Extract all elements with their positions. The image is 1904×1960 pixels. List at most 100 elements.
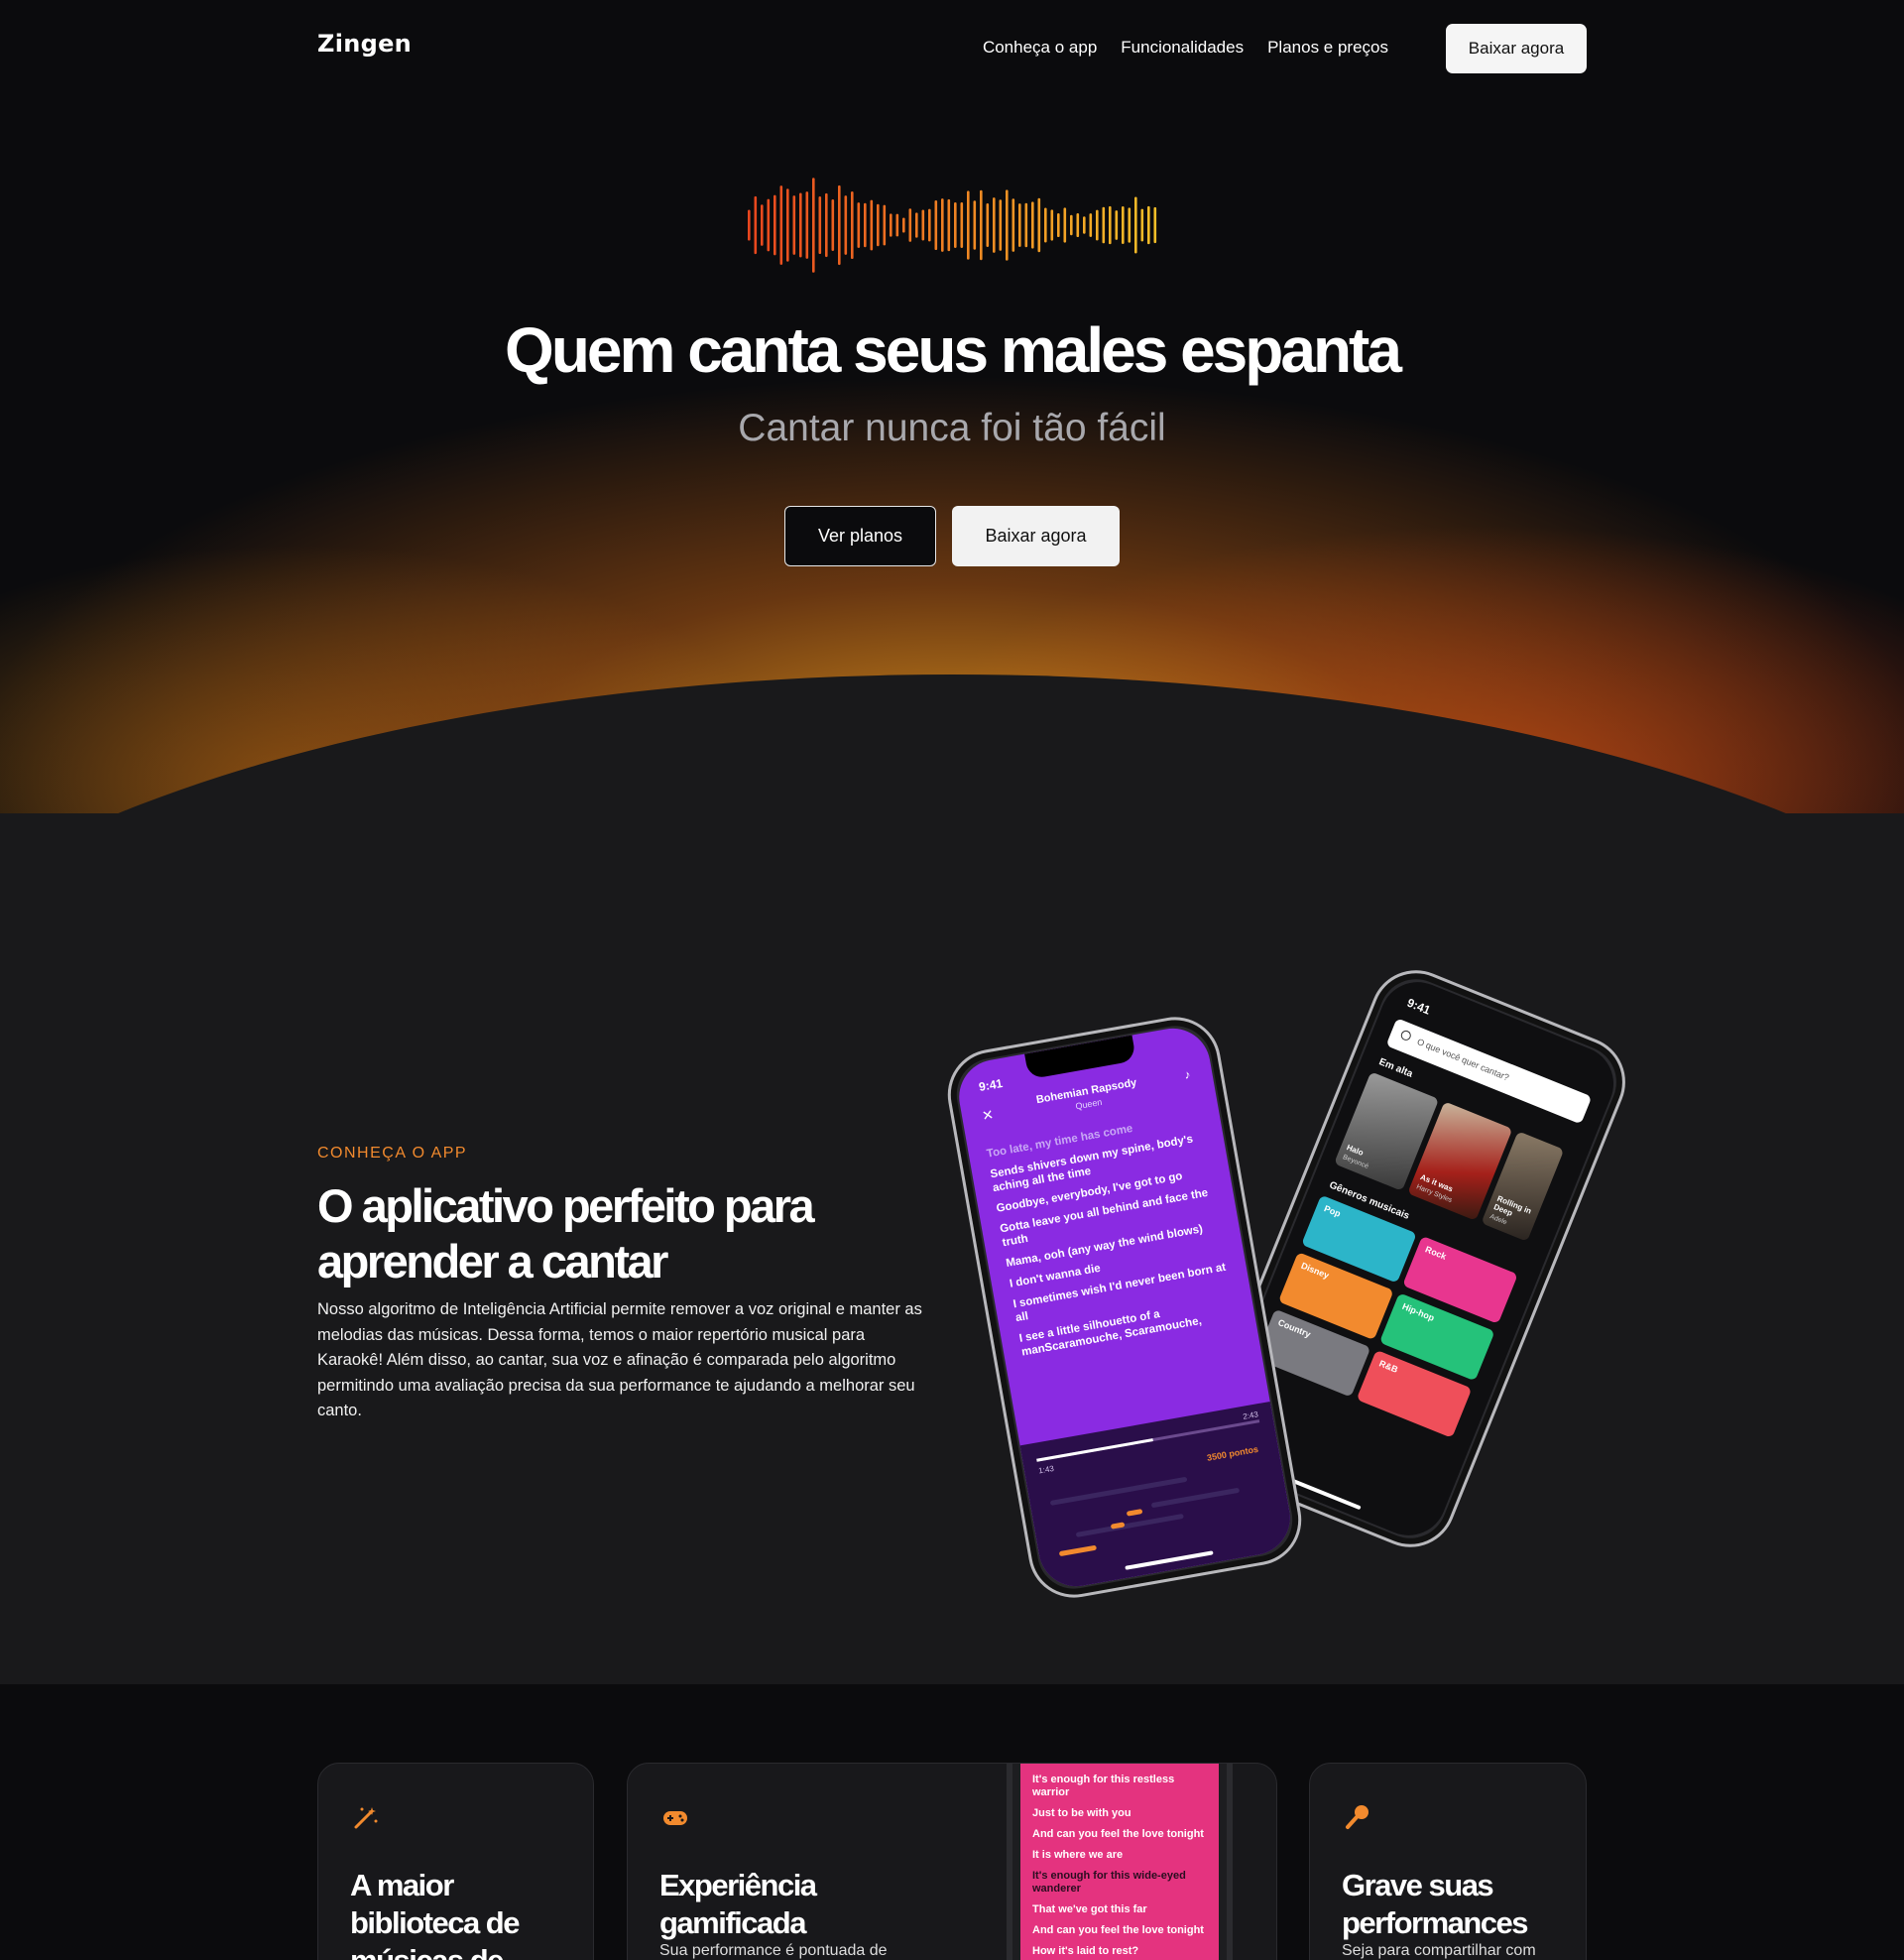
soundwave-bar [799, 192, 802, 258]
lyric-line: That we've got this far [1032, 1903, 1147, 1915]
feature-card-gamified: Experiência gamificada Sua performance é… [627, 1763, 1277, 1960]
phone-notch [1024, 1035, 1136, 1080]
soundwave-bar [851, 190, 854, 260]
soundwave-bar [864, 202, 867, 248]
pitch-sung-note [1058, 1544, 1098, 1557]
soundwave-bar [902, 217, 905, 233]
soundwave-bar [1147, 205, 1150, 245]
nav-link-about[interactable]: Conheça o app [983, 38, 1097, 58]
hero-horizon-curve [0, 674, 1904, 813]
soundwave-bar [805, 191, 809, 259]
genre-name: Hip-hop [1400, 1300, 1436, 1323]
feature-title: A maior biblioteca de músicas de [350, 1868, 520, 1960]
lyric-line: How it's laid to rest? [1032, 1945, 1139, 1957]
soundwave-bar [748, 209, 751, 241]
soundwave-bar [754, 195, 758, 255]
album-artist: Beyoncé [1341, 1154, 1369, 1170]
soundwave-bar [993, 197, 996, 253]
soundwave-bar [1140, 208, 1144, 242]
soundwave-bar [1122, 206, 1125, 244]
soundwave-bar [986, 203, 990, 247]
soundwave-bar [1134, 196, 1137, 254]
nav-link-pricing[interactable]: Planos e preços [1267, 38, 1388, 58]
soundwave-bar [779, 185, 783, 265]
magic-wand-icon [354, 1807, 378, 1829]
soundwave-bar [786, 188, 789, 262]
soundwave-bar [1012, 198, 1015, 252]
soundwave-bar [1083, 216, 1086, 234]
soundwave-bar [1070, 214, 1073, 236]
soundwave-bar [818, 195, 822, 255]
soundwave-bar [774, 194, 776, 256]
genre-name: Disney [1299, 1260, 1331, 1281]
search-placeholder: O que você quer cantar? [1415, 1037, 1511, 1083]
soundwave-bar [1037, 197, 1041, 253]
soundwave-bar [1031, 201, 1034, 249]
genre-name: Rock [1423, 1244, 1448, 1262]
soundwave-bar [1153, 206, 1157, 244]
lyric-line: Just to be with you [1032, 1807, 1131, 1819]
soundwave-bar [890, 213, 892, 237]
soundwave-bar [973, 200, 977, 250]
soundwave-bar [870, 199, 874, 251]
nav-link-features[interactable]: Funcionalidades [1121, 38, 1244, 58]
soundwave-graphic [748, 178, 1157, 273]
hero-download-button[interactable]: Baixar agora [952, 506, 1120, 566]
lyric-line: It's enough for this wide-eyed wanderer [1032, 1870, 1186, 1895]
top-navigation: Zingen Conheça o app Funcionalidades Pla… [0, 0, 1904, 97]
soundwave-bar [967, 190, 970, 260]
soundwave-bar [960, 202, 964, 248]
soundwave-bar [812, 178, 815, 273]
soundwave-bar [915, 212, 918, 238]
soundwave-bar [1018, 203, 1021, 247]
soundwave-bar [928, 208, 931, 242]
hero-section: Quem canta seus males espanta Cantar nun… [0, 0, 1904, 813]
soundwave-bar [857, 202, 861, 248]
hero-subtitle: Cantar nunca foi tão fácil [738, 407, 1166, 449]
soundwave-bar [1057, 212, 1060, 238]
genre-name: Pop [1322, 1203, 1343, 1219]
soundwave-bar [767, 198, 771, 252]
pitch-player: 2:43 1:43 3500 pontos [1019, 1401, 1296, 1593]
elapsed-time: 1:43 [1037, 1463, 1055, 1476]
hero-title: Quem canta seus males espanta [505, 314, 1402, 386]
soundwave-bar [1076, 212, 1080, 238]
soundwave-bar [895, 213, 899, 237]
view-plans-button[interactable]: Ver planos [784, 506, 936, 566]
soundwave-bar [1115, 210, 1119, 240]
brand-logo[interactable]: Zingen [317, 30, 412, 58]
soundwave-bar [999, 199, 1003, 251]
soundwave-bar [1044, 207, 1047, 243]
soundwave-bar [1128, 207, 1131, 243]
lyric-line: And can you feel the love tonight [1032, 1828, 1204, 1840]
nav-download-button[interactable]: Baixar agora [1446, 24, 1587, 73]
feature-description: Sua performance é pontuada de [659, 1942, 888, 1959]
genre-name: Country [1276, 1317, 1313, 1340]
search-icon [1399, 1029, 1413, 1042]
soundwave-bar [1102, 206, 1106, 244]
soundwave-bar [1063, 207, 1067, 243]
about-eyebrow: CONHEÇA O APP [317, 1145, 468, 1162]
soundwave-bar [980, 189, 983, 261]
soundwave-bar [1089, 213, 1093, 237]
lyric-line: It is where we are [1032, 1849, 1124, 1861]
soundwave-bar [908, 208, 912, 242]
gamepad-icon [663, 1811, 687, 1825]
pitch-guide-note [1075, 1513, 1184, 1537]
soundwave-bar [1050, 209, 1054, 241]
score-points: 3500 pontos [1206, 1443, 1259, 1463]
soundwave-bar [1096, 209, 1099, 241]
soundwave-bar [877, 203, 880, 247]
lyric-line: It's enough for this restless warrior [1032, 1774, 1175, 1798]
soundwave-bar [947, 198, 951, 252]
home-indicator [1125, 1550, 1214, 1570]
lyric-line: And can you feel the love tonight [1032, 1924, 1204, 1936]
nav-links: Conheça o app Funcionalidades Planos e p… [983, 38, 1388, 58]
soundwave-bar [1109, 205, 1112, 245]
feature-card-record: Grave suas performances Seja para compar… [1309, 1763, 1587, 1960]
soundwave-bar [941, 198, 944, 252]
feature-title: Experiência gamificada [659, 1868, 817, 1940]
about-title: O aplicativo perfeito para aprender a ca… [317, 1179, 815, 1287]
about-body: Nosso algoritmo de Inteligência Artifici… [317, 1300, 922, 1419]
soundwave-bar [825, 192, 828, 258]
